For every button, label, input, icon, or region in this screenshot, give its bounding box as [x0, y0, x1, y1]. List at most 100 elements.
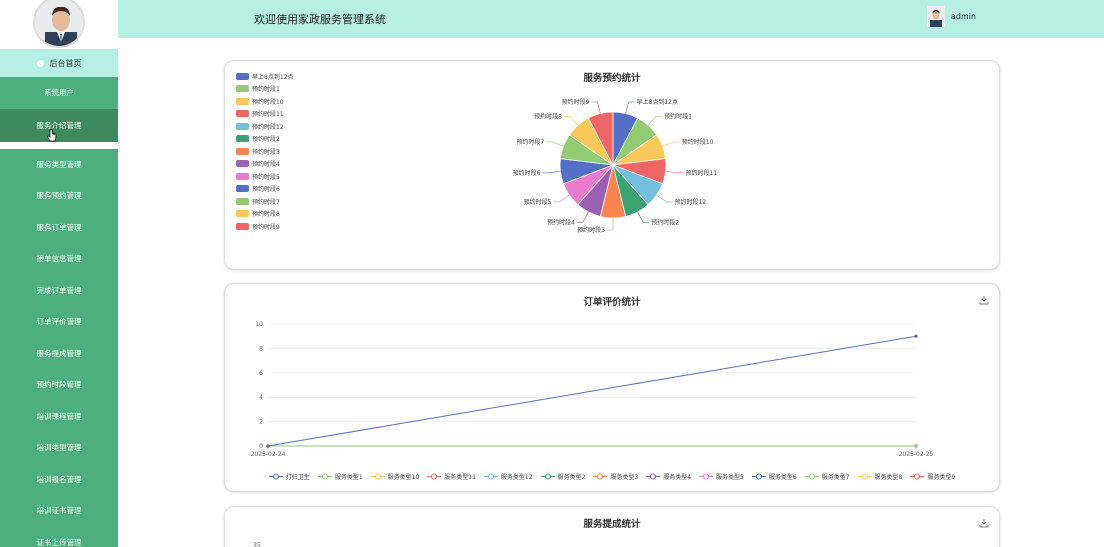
- legend-item[interactable]: 服务类型11: [427, 472, 476, 481]
- legend-label: 服务类型11: [444, 474, 476, 481]
- legend-item[interactable]: 服务类型2: [540, 472, 586, 481]
- legend-item[interactable]: 打扫卫生: [268, 472, 310, 481]
- sidebar-item-label: 培训证书管理: [36, 506, 82, 516]
- pie-label-line: [607, 218, 614, 231]
- legend-item[interactable]: 服务类型6: [751, 472, 797, 481]
- data-point[interactable]: [914, 334, 918, 338]
- hand-cursor-icon: [47, 129, 57, 142]
- sidebar-item-label: 后台首页: [49, 58, 82, 68]
- y-tick-label: 2: [259, 419, 263, 426]
- sidebar-item-order-review[interactable]: 订单评价管理: [0, 306, 118, 338]
- legend-label: 服务类型12: [500, 474, 533, 481]
- sidebar-item-label: 服务介绍管理: [36, 120, 82, 130]
- pie-label-line: [625, 101, 635, 114]
- sidebar-item-service-booking[interactable]: 服务预约管理: [0, 180, 118, 212]
- pie-label-line: [662, 141, 680, 147]
- y-tick-label: 4: [259, 394, 263, 401]
- pie-label-line: [637, 211, 650, 223]
- home-icon: [36, 59, 44, 67]
- legend-marker-icon: [483, 473, 498, 480]
- pie-label-line: [665, 171, 684, 174]
- download-icon[interactable]: [979, 518, 989, 528]
- legend-marker-icon: [646, 473, 661, 480]
- legend-item[interactable]: 服务类型8: [857, 472, 903, 481]
- y-tick-label: 0: [259, 443, 263, 450]
- data-point[interactable]: [266, 444, 270, 448]
- pie-label: 预约时段9: [562, 98, 590, 106]
- page-title: 欢迎使用家政服务管理系统: [254, 13, 386, 26]
- pie-label: 预约时段2: [651, 219, 679, 227]
- booking-stats-card: 服务预约统计 早上8点到12点 预约时段1 预约时段10 预约时段11 预约时段12 预约…: [224, 60, 1000, 270]
- avatar[interactable]: [33, 0, 85, 48]
- sidebar-item-label: 服务提成管理: [36, 348, 82, 358]
- pie-label-line: [576, 211, 589, 223]
- booking-pie-chart: 早上8点到12点预约时段1 预约时段10 预约时段11 预约时段12 预约时段2 预约时段…: [513, 98, 718, 234]
- sidebar-item-certificate-upload[interactable]: 证书上传管理: [0, 527, 118, 547]
- legend-label: 服务类型6: [768, 474, 797, 481]
- sidebar-item-booking-slot[interactable]: 预约时段管理: [0, 369, 118, 401]
- sidebar-item-order-accept[interactable]: 接单信息管理: [0, 243, 118, 275]
- pie-label-line: [546, 141, 564, 147]
- y-tick-label: 8: [259, 345, 263, 352]
- x-tick-label: 2025-02-25: [899, 451, 934, 458]
- sidebar-item-label: 完成订单管理: [36, 285, 82, 295]
- legend-item[interactable]: 服务类型3: [593, 472, 638, 481]
- pie-label: 预约时段3: [577, 226, 605, 234]
- sidebar-item-service-commission[interactable]: 服务提成管理: [0, 338, 118, 370]
- sidebar-item-service-order[interactable]: 服务订单管理: [0, 212, 118, 244]
- sidebar-item-label: 证书上传管理: [36, 537, 82, 547]
- legend-item[interactable]: 服务类型4: [646, 472, 691, 481]
- pie-label: 预约时段11: [686, 169, 718, 177]
- avatar[interactable]: [926, 6, 945, 27]
- legend-label: 服务类型2: [557, 474, 586, 481]
- pie-label-line: [647, 116, 663, 126]
- legend-item[interactable]: 服务类型7: [804, 472, 850, 481]
- chart-title: 服务提成统计: [583, 519, 641, 530]
- legend-item[interactable]: 服务类型5: [699, 472, 744, 481]
- user-photo-icon: [926, 6, 945, 27]
- legend-item[interactable]: 服务类型10: [370, 472, 420, 481]
- sidebar-item-training-signup[interactable]: 培训报名管理: [0, 464, 118, 496]
- sidebar-item-label: 服务订单管理: [36, 222, 82, 232]
- pie-label: 预约时段12: [674, 198, 706, 206]
- pie-label: 预约时段8: [534, 112, 562, 120]
- sidebar-item-service-intro[interactable]: 服务介绍管理: [0, 108, 118, 142]
- legend-item[interactable]: 服务类型12: [483, 472, 533, 481]
- user-menu[interactable]: admin: [926, 6, 976, 27]
- sidebar-item-training-certificate[interactable]: 培训证书管理: [0, 495, 118, 527]
- sidebar-item-label: 培训类型管理: [36, 443, 82, 453]
- legend-label: 服务类型8: [874, 474, 903, 481]
- legend-marker-icon: [857, 473, 872, 480]
- sidebar-item-training-type[interactable]: 培训类型管理: [0, 432, 118, 464]
- y-tick-label: 6: [259, 370, 263, 377]
- pie-label: 早上8点到12点: [637, 98, 678, 106]
- sidebar-item-label: 服务类型管理: [36, 159, 82, 169]
- sidebar-item-home[interactable]: 后台首页: [0, 49, 118, 77]
- pie-label: 预约时段4: [547, 219, 575, 227]
- legend-label: 打扫卫生: [285, 474, 310, 481]
- legend-label: 服务类型9: [927, 474, 956, 481]
- series-line[interactable]: [267, 335, 917, 447]
- sidebar-item-system-users[interactable]: 系统用户: [0, 77, 118, 109]
- legend-item[interactable]: 服务类型9: [910, 472, 955, 481]
- pie-label: 预约时段10: [682, 138, 714, 146]
- pie-label: 预约时段5: [524, 198, 552, 206]
- sidebar-avatar-area: [0, 0, 118, 49]
- y-tick-label: 35: [253, 542, 261, 547]
- review-stats-card: 订单评价统计 0 2 4 6 8 10 2025-02-24 2025-02-25 打扫卫生服…: [224, 283, 1000, 492]
- pie-label-line: [656, 194, 673, 203]
- legend-marker-icon: [268, 473, 283, 480]
- data-point[interactable]: [914, 444, 918, 448]
- legend-item[interactable]: 服务类型1: [317, 472, 363, 481]
- sidebar-item-label: 订单评价管理: [36, 317, 82, 327]
- pie-label-line: [553, 194, 570, 203]
- legend-marker-icon: [751, 473, 766, 480]
- sidebar-item-label: 培训报名管理: [36, 474, 82, 484]
- legend-label: 服务类型10: [387, 474, 420, 481]
- sidebar-item-service-type[interactable]: 服务类型管理: [0, 149, 118, 181]
- sidebar-divider: [0, 141, 118, 149]
- username: admin: [950, 12, 976, 21]
- pie-label-line: [563, 116, 579, 126]
- sidebar-item-training-course[interactable]: 培训课程管理: [0, 401, 118, 433]
- sidebar-item-completed-order[interactable]: 完成订单管理: [0, 275, 118, 307]
